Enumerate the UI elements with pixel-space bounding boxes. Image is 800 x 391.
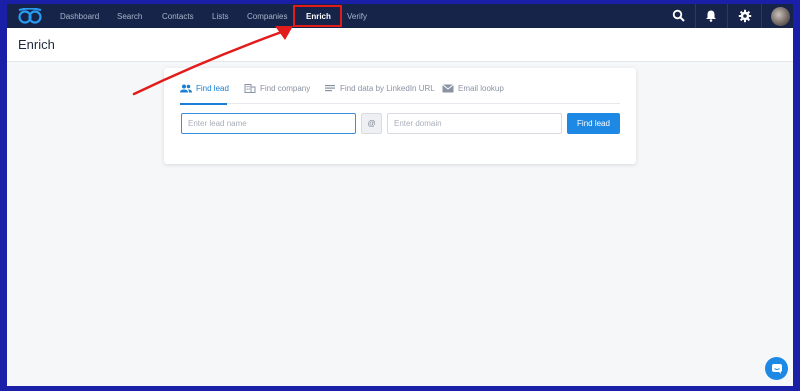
tab-label: Find lead [196,84,229,93]
nav-search[interactable]: Search [117,4,142,28]
people-icon [180,84,192,93]
logo-icon[interactable] [18,8,42,24]
chat-icon [771,363,782,374]
enrich-tabs: Find lead Find company Find data by Link… [180,84,620,105]
annotation-highlight-box [293,5,342,27]
nav-contacts[interactable]: Contacts [162,4,194,28]
enrich-card: Find lead Find company Find data by Link… [164,68,636,164]
find-lead-button[interactable]: Find lead [567,113,620,134]
chat-widget-button[interactable] [765,357,788,380]
building-icon [244,84,256,93]
tab-label: Find data by LinkedIn URL [340,84,435,93]
domain-input[interactable] [387,113,562,134]
search-icon[interactable] [672,9,686,23]
active-tab-indicator [180,103,227,105]
bell-icon[interactable] [704,9,718,23]
tab-label: Email lookup [458,84,504,93]
top-navbar: Dashboard Search Contacts Lists Companie… [7,4,793,28]
tab-label: Find company [260,84,311,93]
tab-email-lookup[interactable]: Email lookup [442,84,504,104]
nav-dashboard[interactable]: Dashboard [60,4,99,28]
list-icon [325,85,335,92]
page-title: Enrich [18,37,55,52]
tab-find-company[interactable]: Find company [244,84,310,104]
user-avatar[interactable] [771,7,790,26]
gear-icon[interactable] [738,9,752,23]
lead-name-input[interactable] [181,113,356,134]
tab-find-lead[interactable]: Find lead [180,84,229,104]
nav-companies[interactable]: Companies [247,4,287,28]
nav-divider [695,4,696,28]
tab-find-by-linkedin[interactable]: Find data by LinkedIn URL [324,84,435,104]
envelope-icon [442,84,454,93]
nav-divider [761,4,762,28]
nav-verify[interactable]: Verify [347,4,367,28]
nav-divider [727,4,728,28]
nav-lists[interactable]: Lists [212,4,228,28]
app-window: Dashboard Search Contacts Lists Companie… [7,4,793,386]
at-symbol-addon: @ [361,113,382,134]
page-header: Enrich [7,28,793,62]
